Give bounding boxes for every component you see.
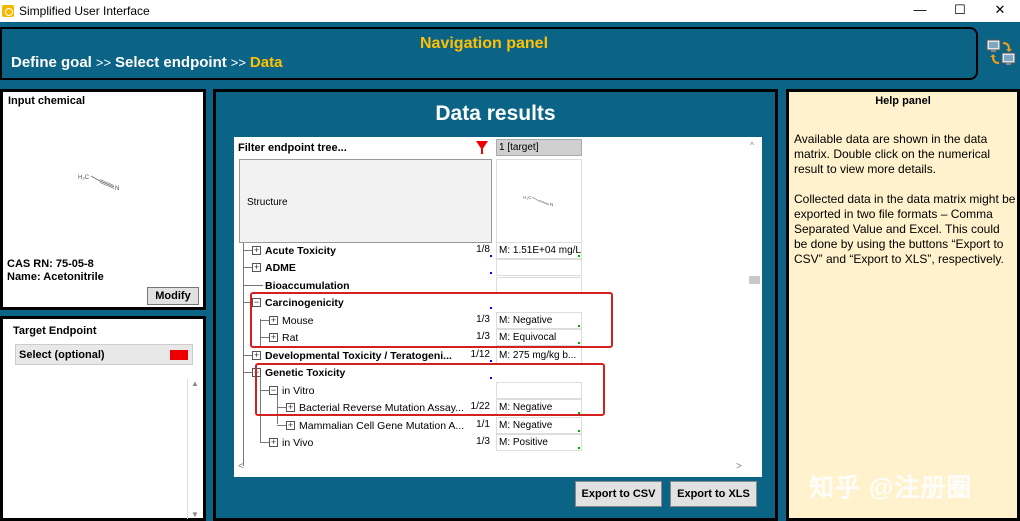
app-icon [2,5,14,17]
breadcrumb: Define goal >> Select endpoint >> Data [11,54,282,71]
expand-icon[interactable]: + [286,421,295,430]
chemical-name: Name: Acetonitrile [7,271,104,283]
scroll-left-icon[interactable]: < [238,461,244,472]
row-marker [490,272,492,274]
row-marker [490,255,492,257]
target-endpoint-select-label: Select (optional) [19,349,105,361]
help-panel-title: Help panel [875,95,931,107]
window-controls: — ☐ ✕ [900,0,1020,22]
help-text: Available data are shown in the data mat… [794,132,1016,282]
help-panel: Help panel Available data are shown in t… [786,89,1020,521]
row-label: Bioaccumulation [265,279,350,292]
help-paragraph: Collected data in the data matrix might … [794,192,1016,266]
table-row[interactable]: + Mammalian Cell Gene Mutation A... 1/1 M… [234,417,762,434]
scroll-up-icon[interactable]: ▲ [191,379,199,388]
data-matrix-horizontal-scrollbar[interactable]: < > [234,461,746,475]
tree-branch [243,285,263,286]
cas-number: CAS RN: 75-05-8 [7,258,94,270]
switch-computers-icon[interactable] [986,38,1016,68]
row-label: Mammalian Cell Gene Mutation A... [299,419,465,432]
target-endpoint-label: Target Endpoint [13,325,97,337]
breadcrumb-separator: >> [230,55,246,70]
row-count: 1/8 [476,244,490,255]
row-label: Developmental Toxicity / Teratogeni... [265,349,452,362]
export-csv-button[interactable]: Export to CSV [575,481,662,507]
data-results-panel: Data results Filter endpoint tree... 1 [… [213,89,778,521]
breadcrumb-separator: >> [95,55,112,70]
help-paragraph: Available data are shown in the data mat… [794,132,991,176]
scroll-right-icon[interactable]: > [736,461,742,472]
row-marker [490,360,492,362]
input-chemical-panel: Input chemical H₃C N CAS RN: 75-05-8 Nam… [0,89,206,310]
maximize-button[interactable]: ☐ [940,0,980,22]
highlight-genetic-toxicity [255,363,605,416]
data-cell[interactable]: M: 275 mg/kg b... [496,347,582,364]
minimize-button[interactable]: — [900,0,940,22]
input-chemical-label: Input chemical [8,95,86,107]
status-color-indicator [170,350,188,360]
structure-label: Structure [247,197,288,208]
expand-icon[interactable]: + [252,246,261,255]
data-cell[interactable] [496,259,582,276]
tree-branch [260,442,269,443]
molecule-structure-image: H₃C N [78,175,119,192]
data-matrix-vertical-scrollbar[interactable]: ^ [746,137,762,461]
scrollbar-thumb[interactable] [749,276,760,284]
target-endpoint-select[interactable]: Select (optional) [15,344,193,365]
expand-icon[interactable]: + [252,263,261,272]
tree-branch [243,250,252,251]
tree-branch [243,355,252,356]
scroll-up-icon[interactable]: ^ [750,140,754,150]
highlight-carcinogenicity [250,292,613,348]
title-bar: Simplified User Interface — ☐ ✕ [0,0,1020,22]
row-label: ADME [265,261,296,274]
svg-text:H₃C: H₃C [523,195,532,200]
data-cell[interactable]: M: Negative [496,417,582,434]
breadcrumb-select-endpoint[interactable]: Select endpoint [115,54,227,71]
tree-branch [277,425,286,426]
row-label: in Vivo [282,436,314,449]
watermark: 知乎 @注册圈 [809,474,973,502]
navigation-panel: Navigation panel Define goal >> Select end… [0,27,978,80]
row-count: 1/3 [476,436,490,447]
row-label: Acute Toxicity [265,244,336,257]
export-xls-button[interactable]: Export to XLS [670,481,757,507]
row-count: 1/12 [470,349,490,360]
tree-branch [243,267,252,268]
table-row[interactable]: + ADME [234,259,762,276]
window-title: Simplified User Interface [19,4,150,18]
navigation-panel-title: Navigation panel [420,35,549,52]
molecule-thumbnail-image: H₃C N [523,195,553,207]
structure-row-header: Structure [239,159,492,243]
tree-branch [243,372,252,373]
scroll-down-icon[interactable]: ▼ [191,510,199,519]
target-endpoint-panel: Target Endpoint Select (optional) ▲ ▼ [0,316,206,521]
svg-text:H₃C: H₃C [78,175,90,181]
breadcrumb-current-data: Data [249,54,283,71]
close-button[interactable]: ✕ [980,0,1020,22]
data-results-title: Data results [435,102,556,125]
table-row[interactable]: + Acute Toxicity 1/8 M: 1.51E+04 mg/L [234,242,762,259]
expand-icon[interactable]: + [252,351,261,360]
table-row[interactable]: + in Vivo 1/3 M: Positive [234,434,762,451]
expand-icon[interactable]: + [269,438,278,447]
chemical-identity: CAS RN: 75-05-8 Name: Acetonitrile [7,258,104,284]
svg-text:N: N [115,186,119,192]
data-cell[interactable]: M: 1.51E+04 mg/L [496,242,582,259]
filter-icon[interactable] [476,141,488,154]
filter-endpoint-tree[interactable]: Filter endpoint tree... [238,142,347,154]
data-matrix: Filter endpoint tree... 1 [target] Struc… [234,137,762,477]
table-row[interactable]: + Developmental Toxicity / Teratogeni... … [234,347,762,364]
row-count: 1/1 [476,419,490,430]
modify-button[interactable]: Modify [147,287,199,305]
column-header-target[interactable]: 1 [target] [496,139,582,156]
svg-text:N: N [550,202,553,207]
breadcrumb-define-goal[interactable]: Define goal [11,54,92,71]
target-endpoint-scrollbar[interactable]: ▲ ▼ [187,379,201,519]
structure-cell[interactable]: H₃C N [496,159,582,243]
data-cell[interactable]: M: Positive [496,434,582,451]
